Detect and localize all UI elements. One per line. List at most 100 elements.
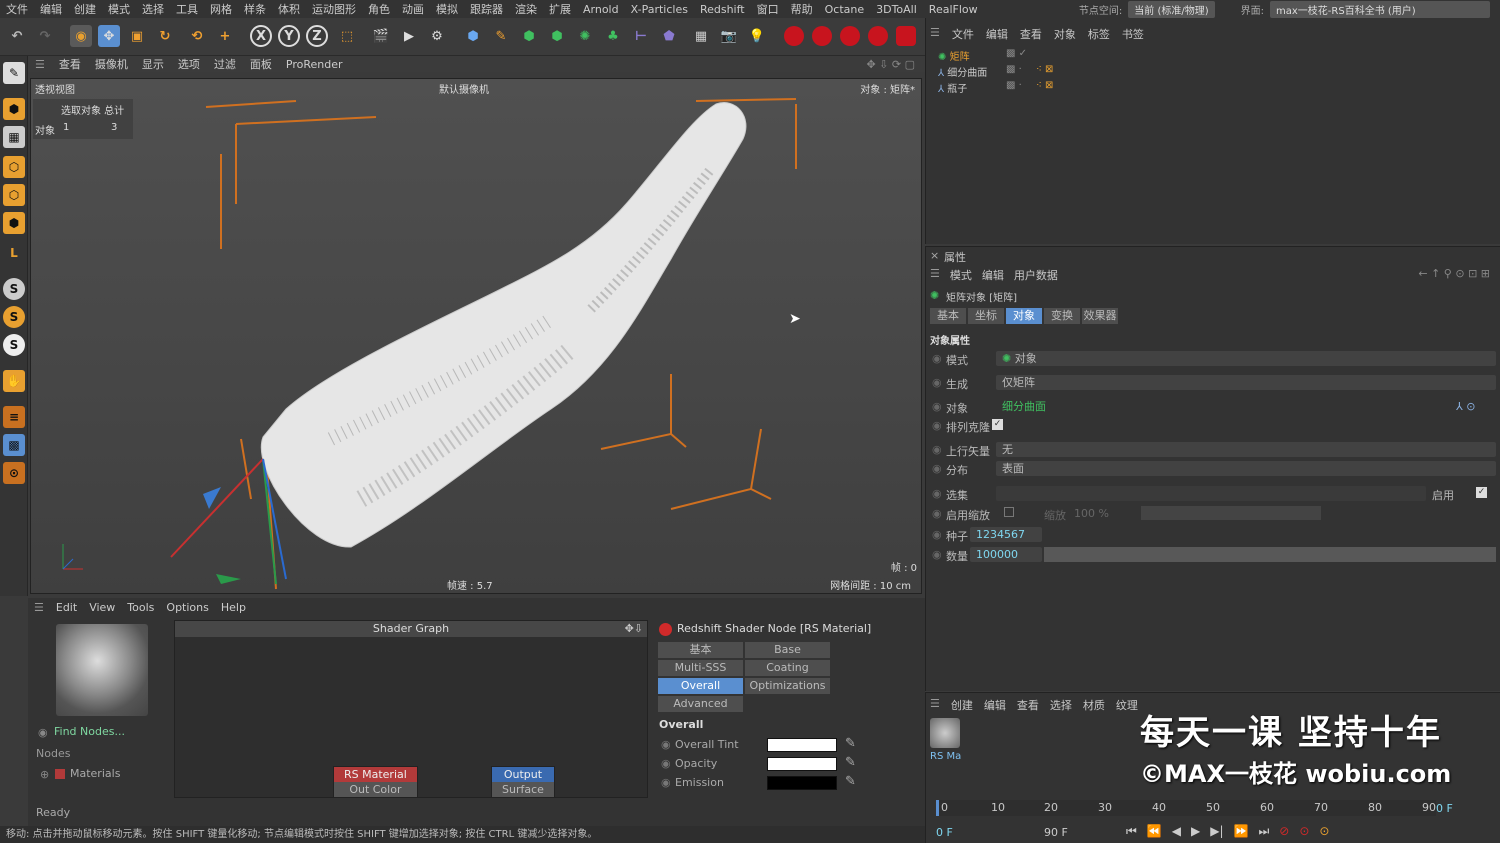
timeline-ruler[interactable]: 0 10 20 30 40 50 60 70 80 90 bbox=[936, 800, 1436, 816]
redo-icon[interactable]: ↷ bbox=[34, 25, 56, 47]
object-name-bottle[interactable]: 瓶子 bbox=[947, 84, 967, 95]
menu-realflow[interactable]: RealFlow bbox=[923, 3, 984, 16]
vp-menu-filter[interactable]: 过滤 bbox=[207, 56, 243, 72]
menu-select[interactable]: 选择 bbox=[136, 1, 170, 17]
menu-mesh[interactable]: 网格 bbox=[204, 1, 238, 17]
viewport-camera[interactable]: 默认摄像机 bbox=[439, 81, 489, 96]
next-frame-icon[interactable]: ▶| bbox=[1210, 824, 1223, 839]
floor-icon[interactable]: ▦ bbox=[690, 25, 712, 47]
menu-volume[interactable]: 体积 bbox=[272, 1, 306, 17]
scale-icon[interactable]: ▣ bbox=[126, 25, 148, 47]
x-axis-toggle[interactable]: X bbox=[250, 25, 272, 47]
attr-tab-effectors[interactable]: 效果器 bbox=[1082, 308, 1118, 324]
attr-tab-basic[interactable]: 基本 bbox=[930, 308, 966, 324]
vp-menu-display[interactable]: 显示 bbox=[135, 56, 171, 72]
record-icon[interactable]: ⊘ bbox=[1279, 824, 1289, 839]
tab-optimizations[interactable]: Optimizations bbox=[745, 678, 830, 694]
attr-close-icon[interactable]: × bbox=[930, 249, 939, 262]
menu-arnold[interactable]: Arnold bbox=[577, 3, 625, 16]
prev-key-icon[interactable]: ⏪ bbox=[1147, 824, 1162, 839]
attr-nav-icons[interactable]: ← ↑ ⚲ ⊙ ⊡ ⊞ bbox=[1418, 267, 1490, 280]
rs-material-thumbnail[interactable] bbox=[930, 718, 960, 748]
gen-dropdown[interactable]: 仅矩阵 bbox=[996, 375, 1496, 390]
locked-workplane-icon[interactable]: ✋ bbox=[3, 370, 25, 392]
tag-icons-subdivision[interactable]: ⁖ ⊠ bbox=[1036, 64, 1053, 75]
vp-menu-cameras[interactable]: 摄像机 bbox=[88, 56, 135, 72]
tab-coating[interactable]: Coating bbox=[745, 660, 830, 676]
attr-tab-object[interactable]: 对象 bbox=[1006, 308, 1042, 324]
shader-menu-icon[interactable]: ☰ bbox=[28, 601, 50, 614]
count-input[interactable]: 100000 bbox=[970, 547, 1042, 562]
menu-extensions[interactable]: 扩展 bbox=[543, 1, 577, 17]
tab-base-properties[interactable]: Base Properties bbox=[745, 642, 830, 672]
graph-move-icon[interactable]: ✥⇩ bbox=[625, 622, 643, 635]
menu-window[interactable]: 窗口 bbox=[751, 1, 785, 17]
attr-tab-coord[interactable]: 坐标 bbox=[968, 308, 1004, 324]
sculpt-icon[interactable]: ▩ bbox=[3, 434, 25, 456]
shader-menu-view[interactable]: View bbox=[83, 601, 121, 614]
y-axis-toggle[interactable]: Y bbox=[278, 25, 300, 47]
point-mode-icon[interactable]: ⬡ bbox=[3, 156, 25, 178]
cloner-icon[interactable]: ✺ bbox=[574, 25, 596, 47]
live-select-icon[interactable]: ◉ bbox=[70, 25, 92, 47]
expand-icon[interactable]: ⊕ bbox=[40, 768, 49, 781]
tint-radio-icon[interactable]: ◉ bbox=[661, 738, 671, 751]
shader-graph[interactable]: Shader Graph ✥⇩ RS Material Out Color Ou… bbox=[174, 620, 648, 798]
out-color-port[interactable]: Out Color bbox=[334, 782, 417, 797]
next-key-icon[interactable]: ⏩ bbox=[1234, 824, 1249, 839]
objmgr-menu-object[interactable]: 对象 bbox=[1054, 26, 1076, 42]
matmgr-menu-select[interactable]: 选择 bbox=[1050, 697, 1072, 713]
emission-swatch[interactable] bbox=[767, 776, 837, 790]
menu-mode[interactable]: 模式 bbox=[102, 1, 136, 17]
find-nodes-input[interactable]: Find Nodes... bbox=[54, 725, 125, 738]
keyframe-icon[interactable]: ⊙ bbox=[1319, 824, 1329, 839]
count-slider[interactable] bbox=[1044, 547, 1496, 562]
seed-radio-icon[interactable]: ◉ bbox=[932, 528, 942, 541]
go-to-start-icon[interactable]: ⏮ bbox=[1126, 824, 1137, 839]
obj-link-field[interactable]: 细分曲面 bbox=[996, 399, 1456, 414]
snap-icon[interactable]: S bbox=[3, 278, 25, 300]
seed-input[interactable]: 1234567 bbox=[970, 527, 1042, 542]
scale-value[interactable]: 100 % bbox=[1074, 507, 1109, 520]
pen-icon[interactable]: ✎ bbox=[490, 25, 512, 47]
menu-mograph[interactable]: 运动图形 bbox=[306, 1, 362, 17]
dist-dropdown[interactable]: 表面 bbox=[996, 461, 1496, 476]
mode-radio-icon[interactable]: ◉ bbox=[932, 352, 942, 365]
matmgr-menu-edit[interactable]: 编辑 bbox=[984, 697, 1006, 713]
rs-material-name[interactable]: RS Ma bbox=[930, 751, 961, 762]
redshift-light-icon[interactable] bbox=[840, 26, 860, 46]
edge-mode-icon[interactable]: ⬡ bbox=[3, 184, 25, 206]
go-to-end-icon[interactable]: ⏭ bbox=[1258, 824, 1269, 839]
node-space-dropdown[interactable]: 当前 (标准/物理) bbox=[1128, 1, 1215, 18]
viewport-menu-icon[interactable]: ☰ bbox=[28, 58, 52, 71]
surface-port[interactable]: Surface bbox=[492, 782, 554, 797]
dist-radio-icon[interactable]: ◉ bbox=[932, 462, 942, 475]
object-name-subdivision[interactable]: 细分曲面 bbox=[947, 68, 987, 79]
emission-eyedropper-icon[interactable]: ✎ bbox=[845, 774, 856, 789]
matmgr-menu-material[interactable]: 材质 bbox=[1083, 697, 1105, 713]
model-mode-icon[interactable]: ⬢ bbox=[3, 98, 25, 120]
objmgr-menu-icon[interactable]: ☰ bbox=[930, 26, 940, 42]
deformer-icon[interactable]: ⊢ bbox=[630, 25, 652, 47]
vp-menu-panel[interactable]: 面板 bbox=[243, 56, 279, 72]
sel-radio-icon[interactable]: ◉ bbox=[932, 487, 942, 500]
rotate-icon[interactable]: ↻ bbox=[154, 25, 176, 47]
attr-menu-mode[interactable]: 模式 bbox=[950, 267, 972, 283]
field-icon[interactable]: ⬟ bbox=[658, 25, 680, 47]
end-frame-input[interactable]: 90 F bbox=[1044, 826, 1068, 839]
viewport-nav-icons[interactable]: ✥ ⇩ ⟳ ▢ bbox=[866, 58, 925, 71]
prev-frame-icon[interactable]: ◀ bbox=[1172, 824, 1181, 839]
menu-spline[interactable]: 样条 bbox=[238, 1, 272, 17]
objmgr-menu-edit[interactable]: 编辑 bbox=[986, 26, 1008, 42]
coordinate-system-icon[interactable]: ⬚ bbox=[336, 25, 358, 47]
redshift-proxy-icon[interactable] bbox=[896, 26, 916, 46]
sel-link-field[interactable] bbox=[996, 486, 1426, 501]
add-icon[interactable]: + bbox=[214, 25, 236, 47]
upvec-dropdown[interactable]: 无 bbox=[996, 442, 1496, 457]
obj-link-icon[interactable]: ⅄ ⊙ bbox=[1456, 400, 1475, 413]
grid-icon[interactable]: ≡ bbox=[3, 406, 25, 428]
mode-dropdown[interactable]: ✺ 对象 bbox=[996, 351, 1496, 366]
menu-simulate[interactable]: 模拟 bbox=[430, 1, 464, 17]
redshift-render-icon[interactable] bbox=[812, 26, 832, 46]
visibility-toggles-2[interactable]: ▩ · bbox=[1006, 64, 1022, 75]
